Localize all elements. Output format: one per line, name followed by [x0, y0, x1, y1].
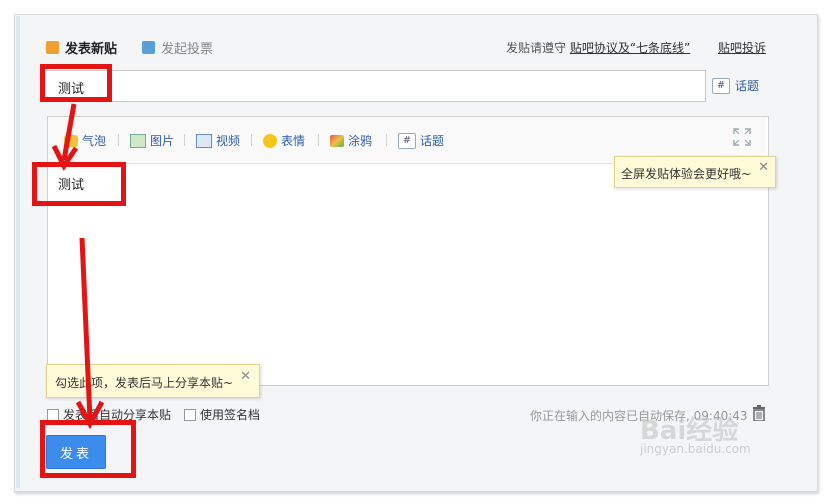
tab-new-post-label: 发表新贴: [65, 42, 118, 57]
toolbar-video[interactable]: 视频: [196, 132, 240, 149]
annotation-box-submit: [40, 420, 136, 478]
chart-icon: [142, 41, 155, 54]
close-icon[interactable]: ✕: [240, 369, 251, 384]
toolbar-video-label: 视频: [216, 134, 241, 148]
toolbar-divider: [251, 134, 252, 146]
toolbar-bubble[interactable]: 气泡: [64, 132, 106, 149]
bubble-icon: [64, 134, 78, 147]
signature-label: 使用签名档: [200, 408, 261, 422]
toolbar-divider: [184, 134, 185, 146]
tab-vote[interactable]: 发起投票: [142, 38, 213, 57]
toolbar-emoji-label: 表情: [281, 134, 306, 148]
title-topic-button[interactable]: # 话题: [712, 77, 759, 94]
image-icon: [130, 133, 146, 148]
toolbar-divider: [386, 134, 387, 146]
toolbar-divider: [118, 134, 119, 146]
toolbar-image[interactable]: 图片: [130, 132, 174, 149]
toolbar-emoji[interactable]: 表情: [263, 132, 305, 149]
toolbar-image-label: 图片: [150, 134, 175, 148]
toolbar-topic[interactable]: # 话题: [398, 132, 444, 149]
title-topic-label: 话题: [735, 79, 760, 93]
tab-new-post[interactable]: 发表新贴: [46, 38, 117, 57]
checkbox-box[interactable]: [47, 408, 59, 421]
rules-notice-prefix: 发贴请遵守: [506, 41, 570, 55]
trash-icon[interactable]: [752, 405, 766, 421]
emoji-icon: [263, 133, 277, 148]
signature-checkbox[interactable]: 使用签名档: [184, 406, 260, 423]
share-tip-text: 勾选此项，发表后马上分享本贴~: [55, 376, 234, 390]
annotation-box-content: [32, 162, 126, 206]
checkbox-box[interactable]: [184, 408, 196, 421]
tab-vote-label: 发起投票: [161, 42, 214, 57]
fullscreen-icon[interactable]: [733, 128, 751, 146]
fullscreen-tip-text: 全屏发贴体验会更好哦~: [621, 167, 752, 181]
pencil-icon: [46, 41, 59, 54]
toolbar-divider: [318, 134, 319, 146]
rules-link[interactable]: 贴吧协议及“七条底线”: [570, 41, 690, 55]
fullscreen-tip: 全屏发贴体验会更好哦~ ✕: [614, 156, 776, 188]
share-tip: 勾选此项，发表后马上分享本贴~ ✕: [46, 364, 260, 398]
toolbar-paint[interactable]: 涂鸦: [330, 132, 372, 149]
annotation-box-title: [40, 64, 112, 102]
title-input[interactable]: [44, 70, 706, 102]
video-icon: [196, 133, 212, 148]
rules-notice: 发贴请遵守 贴吧协议及“七条底线”: [506, 39, 690, 56]
report-link[interactable]: 贴吧投诉: [718, 39, 766, 56]
hash-icon: #: [712, 77, 730, 94]
toolbar-bubble-label: 气泡: [82, 134, 107, 148]
close-icon[interactable]: ✕: [758, 160, 769, 175]
left-accent-stripe: [16, 16, 20, 488]
toolbar-paint-label: 涂鸦: [348, 134, 373, 148]
watermark-url: jingyan.baidu.com: [640, 442, 751, 456]
paint-icon: [330, 134, 344, 147]
toolbar-topic-label: 话题: [420, 134, 445, 148]
hash-icon: #: [398, 132, 416, 149]
